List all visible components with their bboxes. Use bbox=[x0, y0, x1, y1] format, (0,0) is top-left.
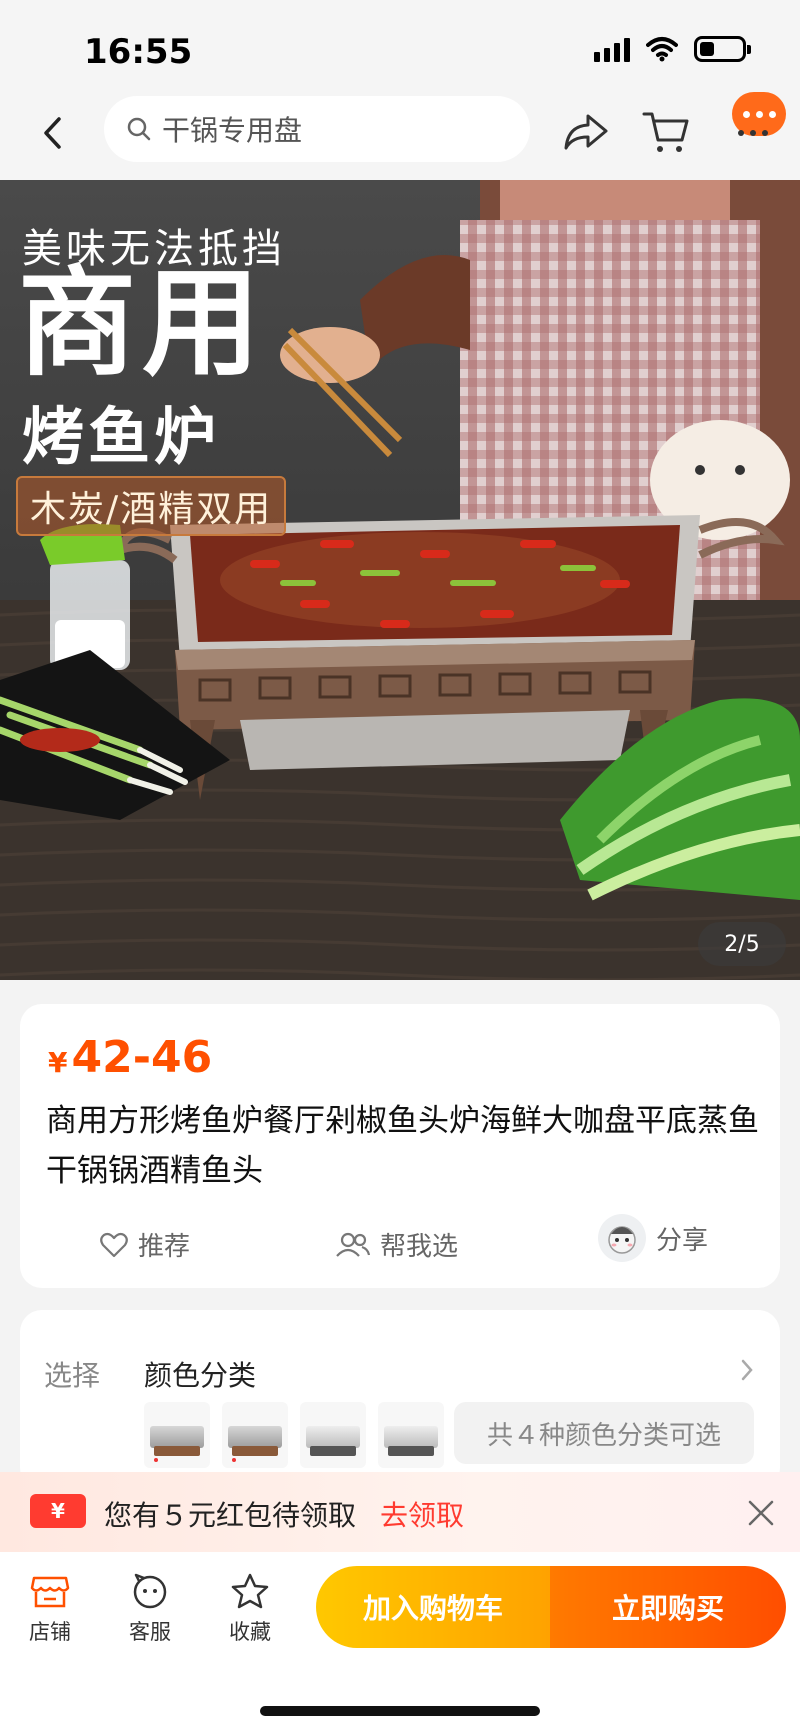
customer-service-button[interactable]: 客服 bbox=[110, 1572, 190, 1646]
favorite-label: 收藏 bbox=[229, 1620, 271, 1644]
close-icon[interactable] bbox=[744, 1496, 778, 1530]
star-icon bbox=[231, 1573, 269, 1609]
nav-bar: 干锅专用盘 bbox=[0, 92, 800, 180]
home-indicator[interactable] bbox=[260, 1706, 540, 1716]
battery-icon bbox=[694, 36, 751, 62]
status-time: 16:55 bbox=[84, 32, 193, 72]
more-menu-button[interactable] bbox=[728, 92, 788, 152]
recommend-button[interactable]: 推荐 bbox=[100, 1226, 190, 1263]
search-icon bbox=[127, 117, 151, 141]
product-info-card: ¥ 42-46 商用方形烤鱼炉餐厅剁椒鱼头炉海鲜大咖盘平底蒸鱼干锅锅酒精鱼头 推… bbox=[20, 1004, 780, 1288]
favorite-button[interactable]: 收藏 bbox=[210, 1572, 290, 1646]
share-button[interactable]: 分享 bbox=[598, 1214, 708, 1262]
heart-icon bbox=[100, 1232, 128, 1257]
avatar bbox=[598, 1214, 646, 1262]
help-choose-label: 帮我选 bbox=[380, 1232, 459, 1262]
chevron-left-icon bbox=[44, 117, 61, 149]
hero-headline: 商用 bbox=[18, 254, 267, 392]
coupon-banner[interactable]: ¥ 您有５元红包待领取 去领取 bbox=[0, 1472, 800, 1552]
help-choose-button[interactable]: 帮我选 bbox=[336, 1226, 458, 1263]
recommend-label: 推荐 bbox=[138, 1232, 191, 1262]
add-to-cart-button[interactable]: 加入购物车 bbox=[316, 1566, 550, 1648]
share-label: 分享 bbox=[656, 1225, 709, 1256]
sku-thumbnails bbox=[144, 1402, 444, 1468]
sku-thumbnail[interactable] bbox=[378, 1402, 444, 1468]
shop-icon bbox=[30, 1576, 70, 1608]
status-icons bbox=[594, 36, 751, 62]
sku-more-button[interactable]: 共４种颜色分类可选 bbox=[454, 1402, 754, 1464]
product-actions: 推荐 帮我选 分享 bbox=[20, 1214, 780, 1274]
customer-service-label: 客服 bbox=[129, 1620, 171, 1644]
price-range: 42-46 bbox=[71, 1032, 213, 1083]
share-icon[interactable] bbox=[560, 106, 612, 158]
currency-symbol: ¥ bbox=[48, 1046, 68, 1079]
price: ¥ 42-46 bbox=[48, 1032, 212, 1083]
cart-icon[interactable] bbox=[640, 106, 692, 158]
buy-now-button[interactable]: 立即购买 bbox=[550, 1566, 786, 1648]
status-bar: 16:55 bbox=[0, 0, 800, 92]
hero-tag: 木炭/酒精双用 bbox=[16, 476, 287, 536]
search-bar[interactable]: 干锅专用盘 bbox=[104, 96, 530, 162]
sku-selector-value: 颜色分类 bbox=[144, 1359, 257, 1392]
purchase-buttons: 加入购物车 立即购买 bbox=[316, 1566, 786, 1648]
sku-selector-label: 选择 bbox=[44, 1359, 101, 1392]
people-icon bbox=[336, 1232, 370, 1257]
mascot-icon bbox=[608, 1226, 636, 1254]
product-title: 商用方形烤鱼炉餐厅剁椒鱼头炉海鲜大咖盘平底蒸鱼干锅锅酒精鱼头 bbox=[46, 1103, 759, 1189]
signal-icon bbox=[594, 36, 630, 62]
claim-coupon-link[interactable]: 去领取 bbox=[380, 1494, 464, 1534]
red-packet-icon: ¥ bbox=[30, 1494, 86, 1528]
sku-selector[interactable]: 选择 颜色分类 共４种颜色分类可选 bbox=[20, 1310, 780, 1490]
hero-subheadline: 烤鱼炉 bbox=[22, 400, 221, 473]
chat-face-icon bbox=[133, 1573, 167, 1609]
image-page-indicator: 2/5 bbox=[698, 922, 786, 966]
shop-button[interactable]: 店铺 bbox=[10, 1572, 90, 1646]
coupon-text: 您有５元红包待领取 bbox=[104, 1499, 357, 1532]
wifi-icon bbox=[646, 37, 678, 62]
bottom-action-bar: 店铺 客服 收藏 加入购物车 立即购买 bbox=[0, 1552, 800, 1732]
sku-thumbnail[interactable] bbox=[144, 1402, 210, 1468]
more-dots-icon bbox=[738, 130, 768, 136]
shop-label: 店铺 bbox=[29, 1620, 71, 1644]
back-button[interactable] bbox=[30, 110, 76, 156]
sku-thumbnail[interactable] bbox=[222, 1402, 288, 1468]
chevron-right-icon bbox=[741, 1359, 753, 1381]
search-query: 干锅专用盘 bbox=[162, 114, 303, 147]
sku-thumbnail[interactable] bbox=[300, 1402, 366, 1468]
product-image-carousel[interactable]: 美味无法抵挡 商用 烤鱼炉 木炭/酒精双用 2/5 bbox=[0, 180, 800, 980]
